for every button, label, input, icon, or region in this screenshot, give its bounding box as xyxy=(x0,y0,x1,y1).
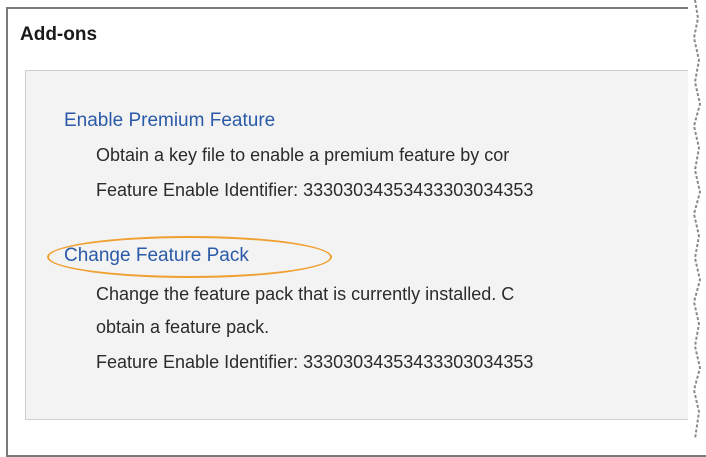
section-title: Add-ons xyxy=(20,24,98,45)
enable-premium-feature-description: Obtain a key file to enable a premium fe… xyxy=(96,145,510,165)
change-feature-pack-description-cont: obtain a feature pack. xyxy=(96,317,270,337)
enable-premium-feature-identifier: Feature Enable Identifier: 3330303435343… xyxy=(96,180,534,200)
change-feature-pack-link[interactable]: Change Feature Pack xyxy=(64,245,249,267)
change-feature-pack-description: Change the feature pack that is currentl… xyxy=(96,284,515,304)
change-feature-pack-identifier: Feature Enable Identifier: 3330303435343… xyxy=(96,352,534,372)
enable-premium-feature-link[interactable]: Enable Premium Feature xyxy=(64,110,275,132)
